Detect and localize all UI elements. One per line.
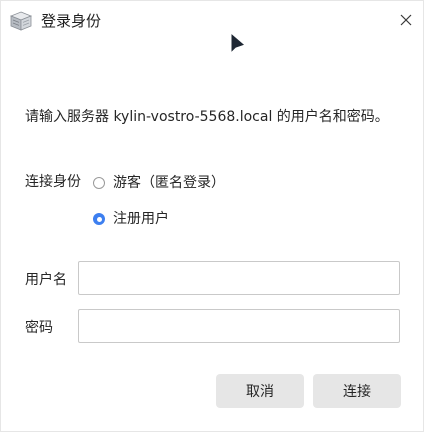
close-button[interactable] — [393, 7, 419, 33]
radio-registered-user[interactable]: 注册用户 — [93, 209, 169, 229]
server-icon — [9, 11, 33, 31]
password-label: 密码 — [25, 320, 53, 336]
connect-button[interactable]: 连接 — [313, 374, 401, 408]
title-bar: 登录身份 — [1, 1, 423, 41]
username-label: 用户名 — [25, 272, 67, 288]
username-input[interactable] — [78, 261, 400, 295]
dialog-title: 登录身份 — [41, 12, 102, 30]
prompt-message: 请输入服务器 kylin-vostro-5568.local 的用户名和密码。 — [25, 109, 389, 125]
mouse-cursor-icon — [230, 31, 248, 56]
login-dialog: 登录身份 请输入服务器 kylin-vostro-5568.local 的用户名… — [0, 0, 424, 432]
radio-registered-indicator[interactable] — [93, 213, 105, 225]
radio-guest-label: 游客（匿名登录） — [113, 175, 225, 191]
password-input[interactable] — [78, 309, 400, 343]
radio-registered-label: 注册用户 — [113, 211, 169, 227]
radio-guest-indicator[interactable] — [93, 177, 105, 189]
cancel-button[interactable]: 取消 — [216, 374, 304, 408]
close-icon — [400, 11, 412, 30]
connect-as-label: 连接身份 — [25, 174, 81, 190]
radio-guest[interactable]: 游客（匿名登录） — [93, 173, 225, 193]
